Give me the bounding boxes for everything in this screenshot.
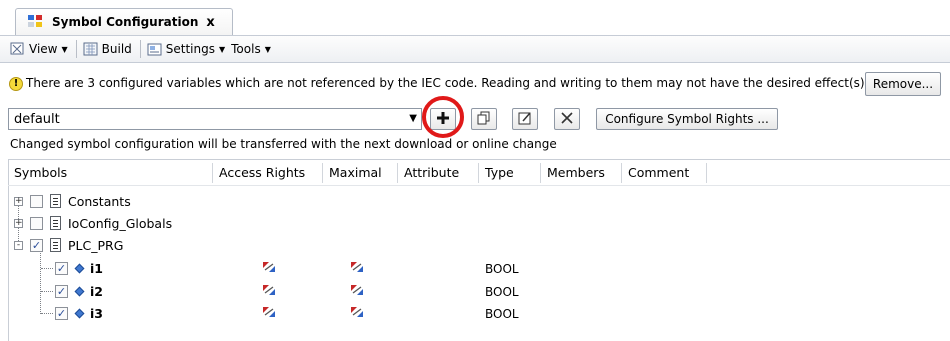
chevron-down-icon: ▼ [264, 44, 271, 54]
column-header-comment[interactable]: Comment [622, 160, 706, 185]
symbol-label: Constants [68, 194, 131, 209]
symbol-label: PLC_PRG [68, 238, 124, 253]
tools-menu[interactable]: Tools ▼ [231, 42, 271, 56]
document-icon [50, 238, 61, 252]
column-header-type[interactable]: Type [479, 160, 540, 185]
row-checkbox-checked[interactable]: ✓ [30, 239, 43, 252]
remove-button[interactable]: Remove... [865, 72, 941, 96]
settings-icon [147, 42, 162, 56]
header-divider [8, 185, 950, 186]
warning-message: There are 3 configured variables which a… [26, 76, 869, 90]
build-button[interactable]: Build [83, 42, 132, 56]
read-write-rights-icon[interactable] [262, 306, 276, 318]
copy-icon [477, 111, 491, 128]
column-header-members[interactable]: Members [541, 160, 621, 185]
view-label: View [29, 42, 58, 56]
chevron-down-icon: ▼ [218, 44, 226, 54]
row-checkbox-checked[interactable]: ✓ [55, 307, 68, 320]
plus-icon [436, 111, 450, 128]
row-checkbox-checked[interactable]: ✓ [55, 262, 68, 275]
read-write-rights-icon[interactable] [262, 261, 276, 273]
symbol-configuration-editor: Symbol Configuration x View ▼ Build Sett… [0, 0, 950, 341]
chevron-down-icon: ▼ [61, 44, 68, 54]
column-header-symbols[interactable]: Symbols [8, 160, 212, 185]
tools-label: Tools [231, 42, 261, 56]
row-checkbox[interactable] [30, 195, 43, 208]
row-checkbox[interactable] [30, 217, 43, 230]
symbol-label: i3 [90, 306, 103, 321]
view-icon [10, 42, 25, 56]
column-header-maximal[interactable]: Maximal [323, 160, 397, 185]
settings-menu[interactable]: Settings ▼ [147, 42, 225, 56]
delete-icon [560, 111, 574, 128]
configure-symbol-rights-button[interactable]: Configure Symbol Rights ... [596, 108, 778, 130]
close-icon[interactable]: x [206, 15, 214, 30]
tab-symbol-configuration[interactable]: Symbol Configuration x [15, 8, 233, 35]
copy-configuration-button[interactable] [471, 108, 497, 130]
column-header-access-rights[interactable]: Access Rights [213, 160, 322, 185]
symbol-label: IoConfig_Globals [68, 216, 173, 231]
read-write-rights-icon [350, 261, 364, 273]
transfer-hint: Changed symbol configuration will be tra… [10, 137, 557, 151]
type-cell: BOOL [485, 262, 519, 276]
tree-row-i1[interactable]: ✓ i1 BOOL [8, 258, 908, 280]
add-configuration-button[interactable] [430, 108, 456, 130]
editor-tab-strip: Symbol Configuration x [0, 0, 950, 35]
toolbar: View ▼ Build Settings ▼ Tools ▼ [0, 35, 950, 63]
type-cell: BOOL [485, 285, 519, 299]
symbol-label: i1 [90, 261, 103, 276]
read-write-rights-icon [350, 284, 364, 296]
tree-row-plc-prg[interactable]: - ✓ PLC_PRG [8, 235, 908, 257]
build-icon [83, 42, 98, 56]
row-checkbox-checked[interactable]: ✓ [55, 285, 68, 298]
edit-icon [518, 111, 532, 128]
tree-row-constants[interactable]: + Constants [8, 191, 908, 213]
tab-title: Symbol Configuration [52, 15, 199, 29]
column-separator [706, 163, 707, 183]
warning-bar: ! There are 3 configured variables which… [0, 63, 950, 103]
collapse-icon[interactable]: - [14, 241, 23, 250]
toolbar-separator [75, 40, 77, 58]
symbol-label: i2 [90, 284, 103, 299]
variable-icon [74, 263, 85, 274]
configuration-select-value: default [14, 111, 60, 127]
view-menu[interactable]: View ▼ [10, 42, 68, 56]
warning-icon: ! [9, 77, 23, 91]
read-write-rights-icon [350, 306, 364, 318]
tree-row-i3[interactable]: ✓ i3 BOOL [8, 303, 908, 325]
read-write-rights-icon[interactable] [262, 284, 276, 296]
variable-icon [74, 286, 85, 297]
expand-icon[interactable]: + [14, 197, 23, 206]
column-header-attribute[interactable]: Attribute [398, 160, 478, 185]
tree-row-ioconfig-globals[interactable]: + IoConfig_Globals [8, 213, 908, 235]
delete-configuration-button[interactable] [554, 108, 580, 130]
document-icon [50, 194, 61, 208]
configuration-select[interactable]: default ▼ [8, 108, 422, 130]
expand-icon[interactable]: + [14, 219, 23, 228]
settings-label: Settings [165, 42, 215, 56]
document-icon [50, 216, 61, 230]
tree-row-i2[interactable]: ✓ i2 BOOL [8, 281, 908, 303]
edit-configuration-button[interactable] [512, 108, 538, 130]
chevron-down-icon: ▼ [409, 113, 417, 124]
configuration-row: default ▼ Configure Symbol Rights ... [0, 103, 950, 135]
type-cell: BOOL [485, 307, 519, 321]
toolbar-separator [139, 40, 141, 58]
build-label: Build [101, 42, 132, 56]
variable-icon [74, 308, 85, 319]
symbol-configuration-icon [28, 15, 46, 29]
